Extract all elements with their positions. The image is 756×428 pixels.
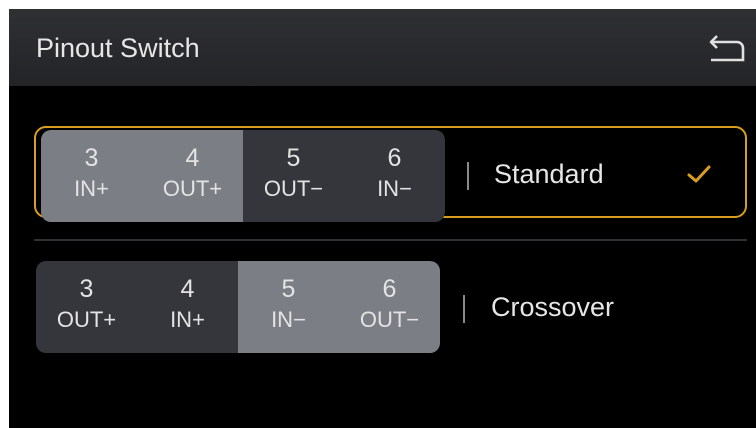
pin-label: IN+ bbox=[170, 307, 205, 332]
pin-number: 5 bbox=[286, 144, 301, 172]
separator bbox=[34, 239, 747, 241]
pin-diagram: 3 IN+ 4 OUT+ 5 OUT− 6 IN− bbox=[41, 130, 445, 222]
pin-group-right: 5 IN− 6 OUT− bbox=[238, 261, 440, 353]
pin-group-left: 3 IN+ 4 OUT+ bbox=[41, 130, 243, 222]
pin-number: 5 bbox=[281, 275, 296, 303]
pin-number: 4 bbox=[180, 275, 195, 303]
pin-number: 6 bbox=[387, 144, 402, 172]
header-bar: Pinout Switch bbox=[9, 9, 756, 86]
pin-number: 6 bbox=[382, 275, 397, 303]
divider bbox=[467, 162, 469, 190]
pin-label: OUT+ bbox=[162, 176, 223, 201]
pin-group-left: 3 OUT+ 4 IN+ bbox=[36, 261, 238, 353]
pin-number: 3 bbox=[84, 144, 99, 172]
checkmark-icon bbox=[687, 165, 711, 183]
pin-label: OUT− bbox=[359, 307, 420, 332]
pin-3: 3 OUT+ bbox=[36, 261, 137, 353]
pin-number: 3 bbox=[79, 275, 94, 303]
pin-label: OUT+ bbox=[56, 307, 117, 332]
pin-6: 6 IN− bbox=[344, 130, 445, 222]
pin-4: 4 OUT+ bbox=[142, 130, 243, 222]
pin-label: IN− bbox=[377, 176, 412, 201]
pin-4: 4 IN+ bbox=[137, 261, 238, 353]
option-name: Crossover bbox=[491, 292, 615, 322]
divider bbox=[463, 295, 465, 323]
pin-6: 6 OUT− bbox=[339, 261, 440, 353]
pin-diagram: 3 OUT+ 4 IN+ 5 IN− 6 OUT− bbox=[36, 261, 440, 353]
option-name: Standard bbox=[494, 159, 604, 189]
page-title: Pinout Switch bbox=[36, 33, 200, 63]
pin-label: IN− bbox=[271, 307, 306, 332]
pin-label: OUT− bbox=[263, 176, 324, 201]
pin-group-right: 5 OUT− 6 IN− bbox=[243, 130, 445, 222]
pin-number: 4 bbox=[185, 144, 200, 172]
pinout-option-crossover[interactable]: 3 OUT+ 4 IN+ 5 IN− 6 OUT− Crossover bbox=[34, 259, 747, 353]
pinout-option-standard[interactable]: 3 IN+ 4 OUT+ 5 OUT− 6 IN− Standard bbox=[34, 126, 747, 222]
pin-label: IN+ bbox=[74, 176, 109, 201]
pin-5: 5 IN− bbox=[238, 261, 339, 353]
pin-5: 5 OUT− bbox=[243, 130, 344, 222]
back-arrow-icon[interactable] bbox=[707, 32, 747, 66]
screen: Pinout Switch 3 IN+ 4 OUT+ 5 OUT− 6 IN− … bbox=[9, 9, 756, 428]
pin-3: 3 IN+ bbox=[41, 130, 142, 222]
